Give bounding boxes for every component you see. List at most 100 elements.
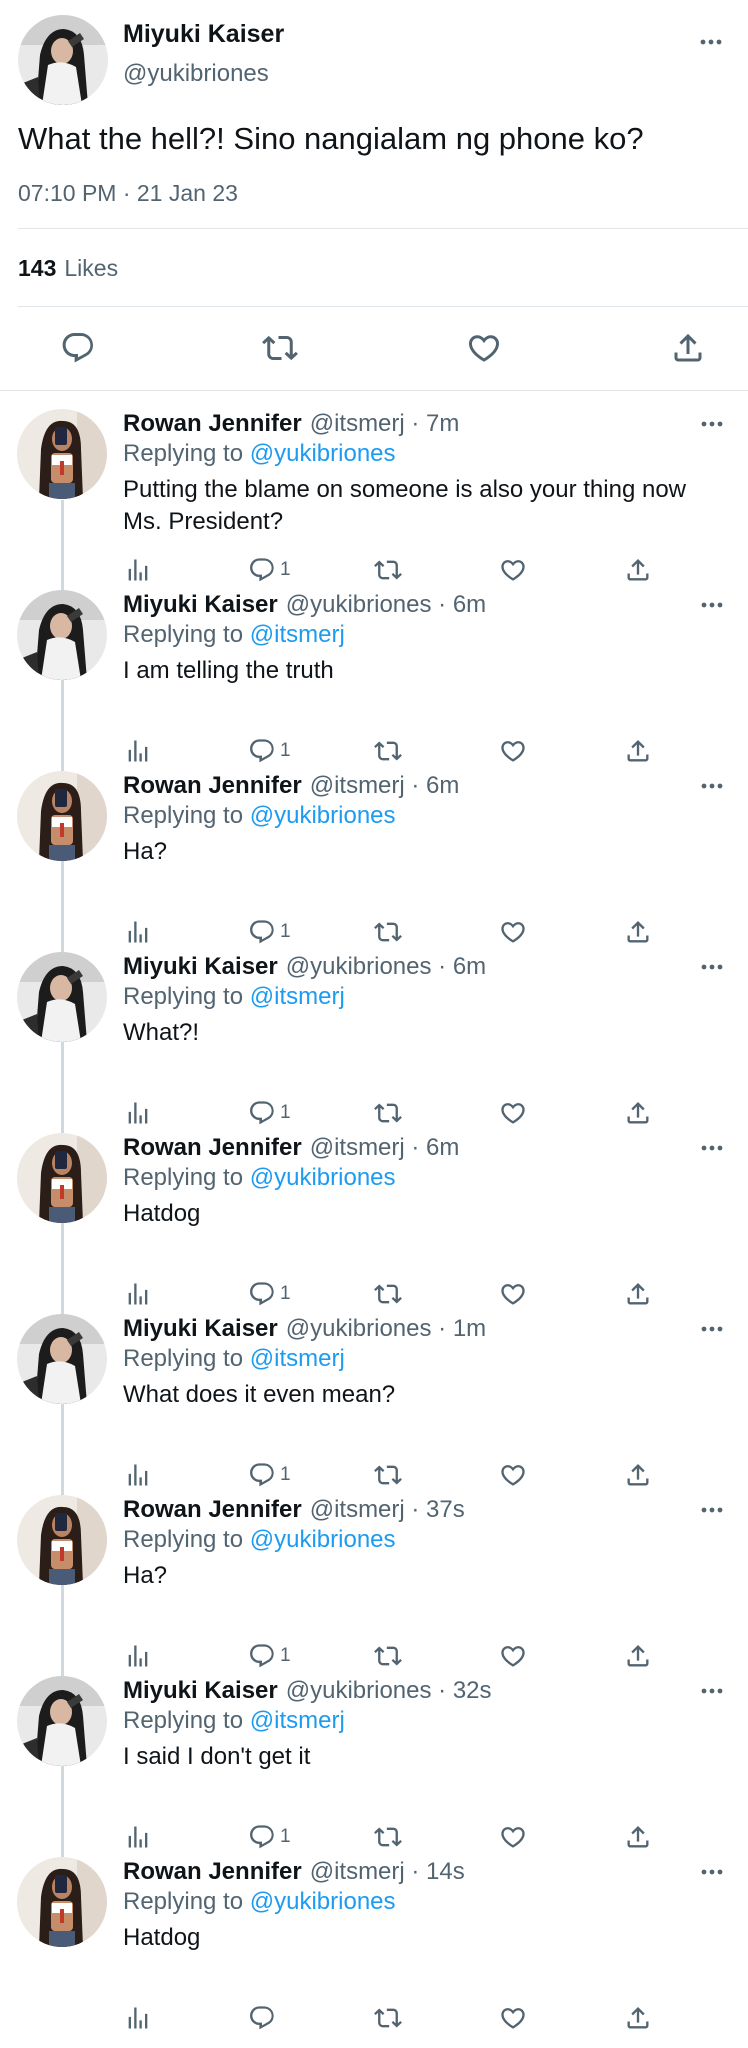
more-icon[interactable]: [696, 32, 726, 52]
reply-count: 1: [280, 1645, 291, 1666]
author-meta: @itsmerj · 37s: [309, 1496, 465, 1523]
likes-stat[interactable]: 143 Likes: [18, 255, 118, 282]
avatar[interactable]: [17, 590, 107, 680]
avatar[interactable]: [17, 1857, 107, 1947]
author-meta: @yukibriones · 32s: [285, 1677, 492, 1704]
retweet-icon[interactable]: [374, 1998, 402, 2038]
reply-tweet[interactable]: Miyuki Kaiser @yukibriones · 32s Replying…: [0, 1669, 748, 1850]
reply-icon: [248, 1642, 276, 1670]
divider: [18, 228, 748, 229]
reply-count: 1: [280, 1826, 291, 1847]
reply-count: 1: [280, 921, 291, 942]
more-icon[interactable]: [697, 1683, 727, 1699]
reply-icon: [248, 556, 276, 584]
author-name[interactable]: Rowan Jennifer: [123, 410, 302, 437]
replying-to: Replying to @itsmerj: [123, 621, 345, 649]
author-handle[interactable]: @yukibriones: [123, 60, 269, 88]
reply-text: Ha?: [123, 1562, 168, 1589]
author-name[interactable]: Miyuki Kaiser: [123, 1315, 278, 1342]
tweet-text: What the hell?! Sino nangialam ng phone …: [18, 121, 644, 156]
reply-actions: [0, 1998, 748, 2038]
author-meta: @itsmerj · 7m: [309, 410, 460, 437]
mention-link[interactable]: @yukibriones: [250, 802, 396, 829]
more-icon[interactable]: [697, 959, 727, 975]
avatar[interactable]: [17, 771, 107, 861]
share-icon[interactable]: [670, 330, 706, 366]
mention-link[interactable]: @itsmerj: [250, 621, 345, 648]
like-icon[interactable]: [499, 1998, 527, 2038]
reply-header: Rowan Jennifer @itsmerj · 6m: [123, 772, 459, 800]
avatar[interactable]: [17, 1676, 107, 1766]
more-icon[interactable]: [697, 1321, 727, 1337]
reply-tweet[interactable]: Rowan Jennifer @itsmerj · 6m Replying to …: [0, 764, 748, 945]
author-name[interactable]: Rowan Jennifer: [123, 1858, 302, 1885]
avatar[interactable]: [17, 1133, 107, 1223]
retweet-icon[interactable]: [262, 330, 298, 366]
avatar[interactable]: [17, 1495, 107, 1585]
reply-text: Putting the blame on someone is also you…: [123, 476, 687, 535]
replying-to: Replying to @itsmerj: [123, 1707, 345, 1735]
mention-link[interactable]: @yukibriones: [250, 1164, 396, 1191]
author-name[interactable]: Miyuki Kaiser: [123, 953, 278, 980]
reply-text: What does it even mean?: [123, 1381, 396, 1408]
avatar[interactable]: [17, 409, 107, 499]
reply-icon: [248, 737, 276, 765]
replying-to: Replying to @yukibriones: [123, 1888, 396, 1916]
replying-to: Replying to @yukibriones: [123, 1164, 396, 1192]
mention-link[interactable]: @yukibriones: [250, 440, 396, 467]
reply-count: 1: [280, 1283, 291, 1304]
reply-tweet[interactable]: Rowan Jennifer @itsmerj · 7m Replying to …: [0, 402, 748, 583]
more-icon[interactable]: [697, 778, 727, 794]
mention-link[interactable]: @itsmerj: [250, 1707, 345, 1734]
reply-header: Miyuki Kaiser @yukibriones · 1m: [123, 1315, 486, 1343]
reply-tweet[interactable]: Rowan Jennifer @itsmerj · 6m Replying to …: [0, 1126, 748, 1307]
author-name[interactable]: Miyuki Kaiser: [123, 1677, 278, 1704]
avatar[interactable]: [18, 15, 108, 105]
replying-to: Replying to @itsmerj: [123, 983, 345, 1011]
more-icon[interactable]: [697, 416, 727, 432]
avatar[interactable]: [17, 952, 107, 1042]
more-icon[interactable]: [697, 1864, 727, 1880]
author-name[interactable]: Miyuki Kaiser: [123, 20, 284, 49]
mention-link[interactable]: @itsmerj: [250, 1345, 345, 1372]
reply-tweet[interactable]: Rowan Jennifer @itsmerj · 37s Replying to…: [0, 1488, 748, 1669]
author-name[interactable]: Miyuki Kaiser: [123, 591, 278, 618]
reply-tweet[interactable]: Miyuki Kaiser @yukibriones · 6m Replying …: [0, 583, 748, 764]
reply-tweet[interactable]: Miyuki Kaiser @yukibriones · 1m Replying …: [0, 1307, 748, 1488]
replying-label: Replying to: [123, 802, 244, 829]
reply-tweet[interactable]: Rowan Jennifer @itsmerj · 14s Replying to…: [0, 1850, 748, 2031]
more-icon[interactable]: [697, 597, 727, 613]
author-meta: @itsmerj · 14s: [309, 1858, 465, 1885]
reply-header: Miyuki Kaiser @yukibriones · 6m: [123, 953, 486, 981]
reply-icon[interactable]: [60, 330, 96, 366]
author-meta: @itsmerj · 6m: [309, 1134, 460, 1161]
replying-label: Replying to: [123, 983, 244, 1010]
reply-icon: [248, 918, 276, 946]
reply-header: Miyuki Kaiser @yukibriones · 6m: [123, 591, 486, 619]
avatar[interactable]: [17, 1314, 107, 1404]
mention-link[interactable]: @yukibriones: [250, 1888, 396, 1915]
likes-label: Likes: [64, 255, 119, 281]
replying-label: Replying to: [123, 1888, 244, 1915]
reply-header: Rowan Jennifer @itsmerj · 6m: [123, 1134, 459, 1162]
reply-icon: [248, 1099, 276, 1127]
replying-label: Replying to: [123, 440, 244, 467]
like-icon[interactable]: [466, 330, 502, 366]
more-icon[interactable]: [697, 1502, 727, 1518]
reply-button[interactable]: [248, 1998, 280, 2038]
likes-count: 143: [18, 255, 57, 281]
mention-link[interactable]: @yukibriones: [250, 1526, 396, 1553]
tweet-timestamp[interactable]: 07:10 PM · 21 Jan 23: [18, 180, 238, 207]
views-icon[interactable]: [124, 1998, 152, 2038]
more-icon[interactable]: [697, 1140, 727, 1156]
divider: [0, 390, 748, 391]
author-name[interactable]: Rowan Jennifer: [123, 772, 302, 799]
reply-tweet[interactable]: Miyuki Kaiser @yukibriones · 6m Replying …: [0, 945, 748, 1126]
reply-icon: [248, 1461, 276, 1489]
mention-link[interactable]: @itsmerj: [250, 983, 345, 1010]
author-name[interactable]: Rowan Jennifer: [123, 1496, 302, 1523]
reply-icon: [248, 2004, 276, 2032]
author-name[interactable]: Rowan Jennifer: [123, 1134, 302, 1161]
share-icon[interactable]: [624, 1998, 652, 2038]
replying-to: Replying to @yukibriones: [123, 1526, 396, 1554]
